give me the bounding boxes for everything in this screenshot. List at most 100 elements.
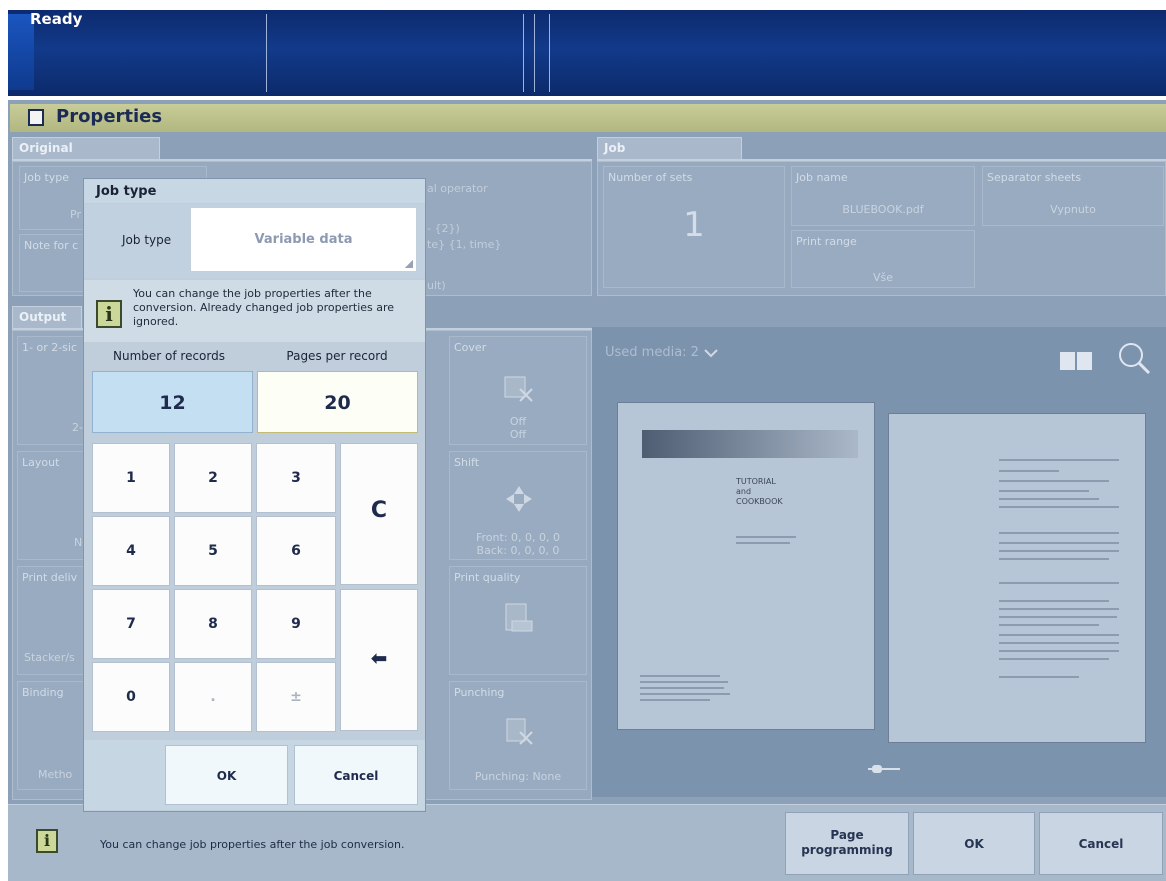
tab-output[interactable]: Output xyxy=(12,306,82,329)
key-7[interactable]: 7 xyxy=(92,589,170,659)
cell-value: Vše xyxy=(872,271,894,284)
key-label: 5 xyxy=(208,543,218,559)
key-label: 1 xyxy=(126,470,136,486)
key-label: 7 xyxy=(126,616,136,632)
page-banner xyxy=(642,430,858,458)
text-line xyxy=(999,498,1099,500)
cancel-button[interactable]: Cancel xyxy=(1039,812,1163,875)
text-line xyxy=(999,616,1117,618)
properties-header xyxy=(10,104,1166,132)
key-4[interactable]: 4 xyxy=(92,516,170,586)
separator-sheets-cell[interactable]: Separator sheets Vypnuto xyxy=(982,166,1164,226)
preview-page-1: TUTORIAL and COOKBOOK xyxy=(617,402,875,730)
key-label: 4 xyxy=(126,543,136,559)
cover-icon xyxy=(504,376,533,402)
chevron-down-icon xyxy=(704,348,718,357)
cell-value: Vypnuto xyxy=(1050,203,1096,216)
info-icon: i xyxy=(36,829,58,853)
cell-title: Print range xyxy=(796,235,857,248)
pages-value: 20 xyxy=(324,392,351,414)
key-0[interactable]: 0 xyxy=(92,662,170,732)
backspace-key[interactable]: ⬅ xyxy=(340,589,418,731)
page-programming-button[interactable]: Page programming xyxy=(785,812,909,875)
cell-title: Note for c xyxy=(24,239,79,252)
text-line xyxy=(640,687,724,689)
clear-key[interactable]: C xyxy=(340,443,418,585)
text-line xyxy=(736,536,796,538)
ok-button[interactable]: OK xyxy=(913,812,1035,875)
preview-page-2 xyxy=(888,413,1146,743)
sided-cell[interactable]: 1- or 2-sic 2- xyxy=(17,336,93,445)
backspace-icon: ⬅ xyxy=(370,646,388,670)
text-line xyxy=(999,459,1119,461)
job-panel: Number of sets 1 Job name BLUEBOOK.pdf S… xyxy=(597,161,1166,296)
cell-title: Layout xyxy=(22,456,60,469)
cover-cell[interactable]: Cover Off Off xyxy=(449,336,587,445)
status-message: You can change job properties after the … xyxy=(100,838,405,851)
tab-original[interactable]: Original xyxy=(12,137,160,160)
status-segment xyxy=(266,14,524,92)
used-media-label[interactable]: Used media: 2 xyxy=(605,345,719,360)
print-quality-cell[interactable]: Print quality xyxy=(449,566,587,675)
shift-icon xyxy=(506,486,532,512)
print-range-cell[interactable]: Print range Vše xyxy=(791,230,975,288)
tab-job[interactable]: Job xyxy=(597,137,742,160)
text-line xyxy=(999,480,1109,482)
records-field[interactable]: 12 xyxy=(92,371,253,433)
key-6[interactable]: 6 xyxy=(256,516,336,586)
binding-cell[interactable]: Binding Metho xyxy=(17,681,93,790)
text-line xyxy=(999,470,1059,472)
dialog-title: Job type xyxy=(96,184,157,199)
text-line xyxy=(999,600,1109,602)
dialog-cancel-button[interactable]: Cancel xyxy=(294,745,418,805)
shift-cell[interactable]: Shift Front: 0, 0, 0, 0 Back: 0, 0, 0, 0 xyxy=(449,451,587,560)
cell-value: BLUEBOOK.pdf xyxy=(842,203,924,216)
number-of-sets-cell[interactable]: Number of sets 1 xyxy=(603,166,785,288)
key-3[interactable]: 3 xyxy=(256,443,336,513)
pages-label: Pages per record xyxy=(286,349,388,363)
key-1[interactable]: 1 xyxy=(92,443,170,513)
page-title: Properties xyxy=(56,106,163,127)
zoom-icon[interactable] xyxy=(1116,340,1152,376)
key-9[interactable]: 9 xyxy=(256,589,336,659)
text-line xyxy=(999,676,1079,678)
key-label: 3 xyxy=(291,470,301,486)
key-8[interactable]: 8 xyxy=(174,589,252,659)
book-view-icon[interactable] xyxy=(1058,348,1094,374)
key-2[interactable]: 2 xyxy=(174,443,252,513)
text-line xyxy=(999,608,1119,610)
dialog-ok-button[interactable]: OK xyxy=(165,745,288,805)
key-label: . xyxy=(210,689,216,705)
cell-value: Off xyxy=(509,415,527,428)
punching-icon xyxy=(506,718,533,745)
pages-field[interactable]: 20 xyxy=(257,371,418,433)
slider-handle-icon[interactable] xyxy=(866,762,902,776)
punching-cell[interactable]: Punching Punching: None xyxy=(449,681,587,790)
status-bar xyxy=(8,10,1166,96)
cell-title: Print deliv xyxy=(22,571,78,584)
records-label: Number of records xyxy=(113,349,225,363)
text-line xyxy=(999,650,1119,652)
info-text: You can change the job properties after … xyxy=(133,287,395,328)
cell-value: Back: 0, 0, 0, 0 xyxy=(476,544,560,557)
key-plus-minus[interactable]: ± xyxy=(256,662,336,732)
layout-cell[interactable]: Layout Nc xyxy=(17,451,93,560)
key-decimal[interactable]: . xyxy=(174,662,252,732)
key-label: 6 xyxy=(291,543,301,559)
text-line xyxy=(999,532,1119,534)
job-name-cell[interactable]: Job name BLUEBOOK.pdf xyxy=(791,166,975,226)
key-label: ± xyxy=(290,689,302,705)
cell-title: Punching xyxy=(454,686,505,699)
cell-value: Punching: None xyxy=(474,770,562,783)
properties-icon xyxy=(28,109,44,126)
cell-value: Pr xyxy=(70,208,81,221)
key-label: 9 xyxy=(291,616,301,632)
job-type-value: Variable data xyxy=(254,232,353,247)
print-delivery-cell[interactable]: Print deliv Stacker/s xyxy=(17,566,93,675)
cell-title: Binding xyxy=(22,686,64,699)
key-label: 0 xyxy=(126,689,136,705)
print-quality-icon xyxy=(505,603,533,632)
info-icon: i xyxy=(96,300,122,328)
page-text-line: COOKBOOK xyxy=(736,497,783,506)
key-5[interactable]: 5 xyxy=(174,516,252,586)
